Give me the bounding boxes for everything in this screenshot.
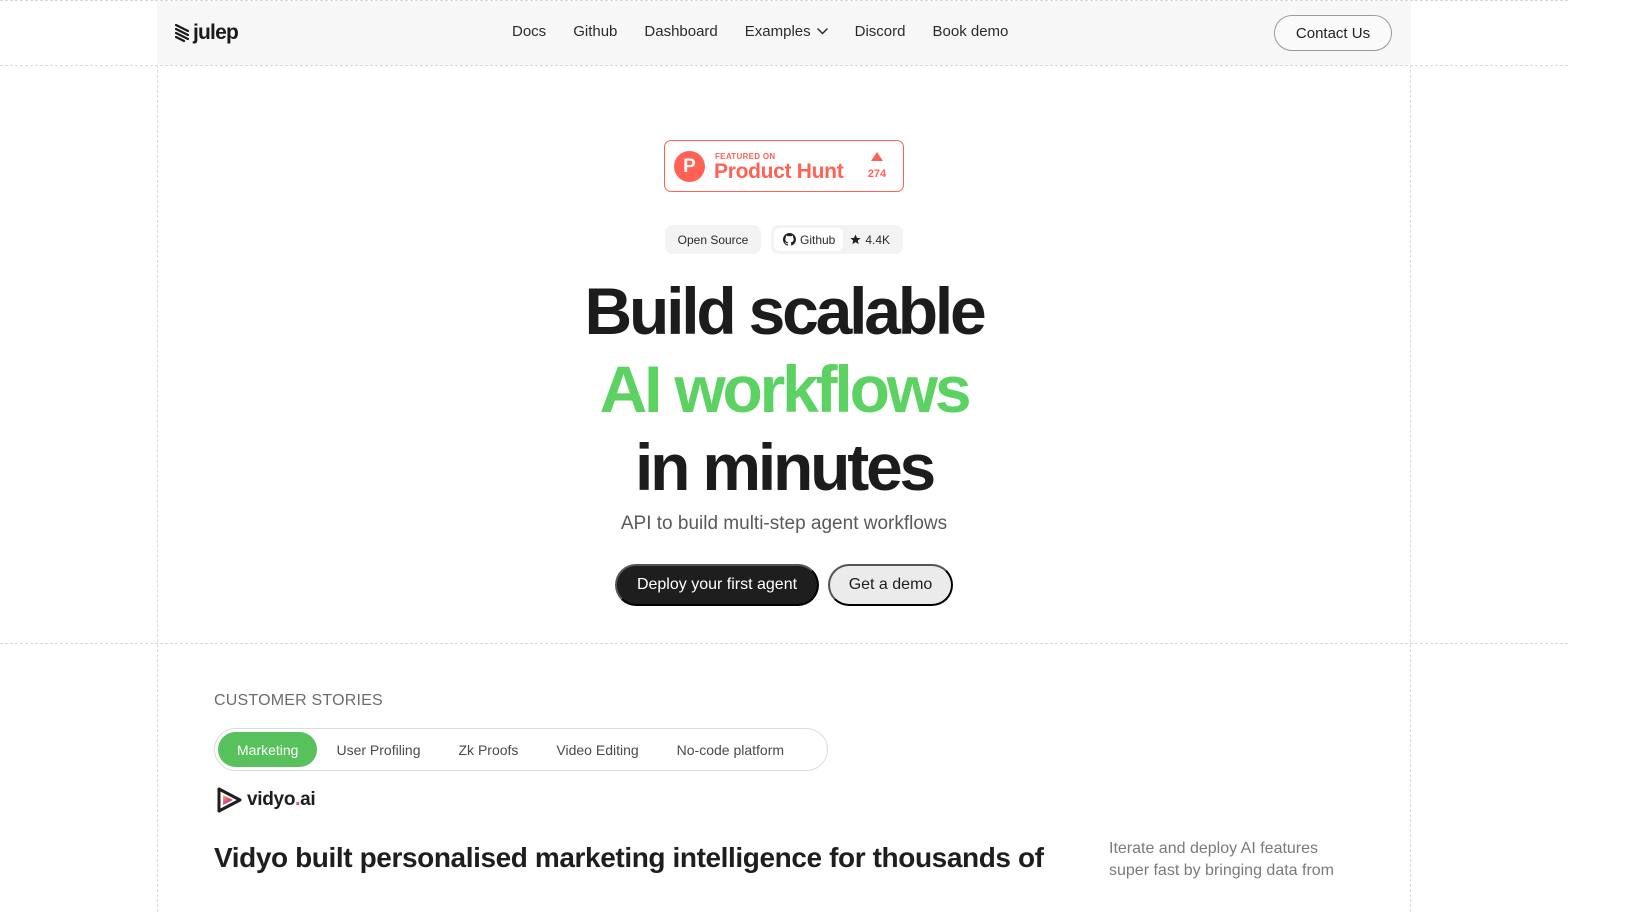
vidyo-play-icon xyxy=(217,787,242,813)
julep-logo-icon xyxy=(175,23,189,43)
vidyo-wordmark: vidyo.ai xyxy=(247,789,316,811)
guide-line xyxy=(0,643,1568,644)
nav-link-examples-label: Examples xyxy=(744,23,811,40)
vidyo-wordmark-suffix: ai xyxy=(300,789,316,810)
nav-link-examples[interactable]: Examples xyxy=(745,23,828,40)
github-stars-chip[interactable]: Github 4.4K xyxy=(771,225,903,254)
contact-us-button[interactable]: Contact Us xyxy=(1274,15,1392,51)
hero-title-line-1: Build scalable xyxy=(584,274,986,348)
tab-no-code-platform[interactable]: No-code platform xyxy=(658,732,803,767)
hero-subtitle: API to build multi-step agent workflows xyxy=(620,513,948,534)
vidyo-logo: vidyo.ai xyxy=(215,786,316,814)
vidyo-wordmark-name: vidyo xyxy=(247,789,296,810)
star-count-wrap: 4.4K xyxy=(843,233,890,247)
julep-logo[interactable]: julep xyxy=(175,21,239,45)
tab-user-profiling[interactable]: User Profiling xyxy=(317,732,439,767)
top-nav: julep Docs Github Dashboard Examples Dis… xyxy=(157,1,1411,65)
github-chip-label: Github xyxy=(800,232,836,247)
product-hunt-logo-icon: P xyxy=(674,151,705,182)
product-hunt-name: Product Hunt xyxy=(714,160,844,183)
nav-link-dashboard[interactable]: Dashboard xyxy=(644,23,717,40)
nav-link-docs[interactable]: Docs xyxy=(512,23,546,40)
chevron-down-icon xyxy=(816,28,828,35)
logo-text: julep xyxy=(193,21,239,44)
star-icon xyxy=(850,234,861,245)
hero-title-line-3: in minutes xyxy=(634,430,936,504)
product-hunt-upvote-count: 274 xyxy=(867,168,887,180)
tab-zk-proofs[interactable]: Zk Proofs xyxy=(440,732,538,767)
product-hunt-badge[interactable]: P FEATURED ON Product Hunt 274 xyxy=(664,140,904,192)
deploy-first-agent-button[interactable]: Deploy your first agent xyxy=(615,564,819,606)
upvote-arrow-icon xyxy=(871,152,883,161)
github-star-count: 4.4K xyxy=(865,232,891,247)
nav-links: Docs Github Dashboard Examples Discord B… xyxy=(512,23,1035,40)
guide-line xyxy=(0,65,1568,66)
tab-video-editing[interactable]: Video Editing xyxy=(537,732,657,767)
github-chip-label-wrap: Github xyxy=(774,228,844,251)
github-icon xyxy=(783,233,796,246)
open-source-chip: Open Source xyxy=(665,225,761,254)
nav-link-github[interactable]: Github xyxy=(573,23,617,40)
get-a-demo-button[interactable]: Get a demo xyxy=(828,564,953,606)
story-side-text: Iterate and deploy AI features super fas… xyxy=(1109,840,1335,879)
tab-marketing[interactable]: Marketing xyxy=(218,732,318,767)
nav-link-book-demo[interactable]: Book demo xyxy=(933,23,1009,40)
hero-title-line-2: AI workflows xyxy=(599,352,972,426)
customer-stories-label: CUSTOMER STORIES xyxy=(214,692,383,709)
story-title: Vidyo built personalised marketing intel… xyxy=(214,842,1044,873)
customer-stories-tabs: Marketing User Profiling Zk Proofs Video… xyxy=(214,728,828,771)
nav-link-discord[interactable]: Discord xyxy=(855,23,906,40)
